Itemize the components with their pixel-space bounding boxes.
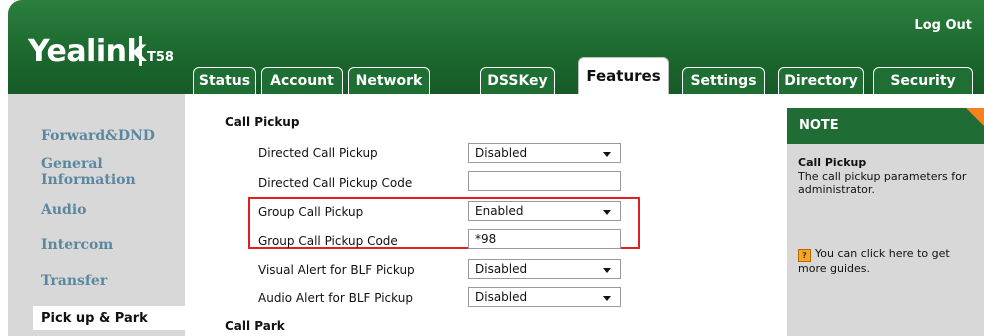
note-panel: NOTE Call Pickup The call pickup paramet… — [787, 108, 984, 336]
tab-status[interactable]: Status — [193, 67, 256, 94]
audio-alert-blf-pickup-select[interactable]: Disabled — [468, 287, 621, 307]
book-icon: ? — [798, 249, 811, 262]
logo-divider — [139, 36, 142, 66]
directed-call-pickup-code-input[interactable] — [468, 171, 621, 191]
sidebar-item-transfer[interactable]: Transfer — [8, 269, 185, 293]
sidebar-item-forward-dnd[interactable]: Forward&DND — [8, 124, 185, 148]
tab-account[interactable]: Account — [261, 67, 343, 94]
web-ui: Yealink T58 Log Out Status Account Netwo… — [0, 0, 984, 336]
sidebar-item-general-information[interactable]: General Information — [8, 156, 185, 188]
chevron-down-icon — [603, 210, 611, 215]
logout-link[interactable]: Log Out — [914, 18, 972, 33]
guide-link[interactable]: ? You can click here to get more guides. — [798, 247, 980, 275]
select-value: Disabled — [475, 146, 528, 160]
guide-link-text: You can click here to get more guides. — [798, 247, 950, 275]
field-label-group-call-pickup-code: Group Call Pickup Code — [258, 234, 398, 248]
tab-settings[interactable]: Settings — [682, 67, 765, 94]
tab-dsskey[interactable]: DSSKey — [480, 67, 555, 94]
field-label-group-call-pickup: Group Call Pickup — [258, 205, 364, 219]
sidebar-item-pickup-park[interactable]: Pick up & Park — [33, 306, 185, 330]
group-call-pickup-code-input[interactable]: *98 — [468, 229, 621, 249]
tab-directory[interactable]: Directory — [778, 67, 864, 94]
sidebar-item-audio[interactable]: Audio — [8, 198, 185, 222]
select-value: Enabled — [475, 204, 524, 218]
field-label-audio-alert-blf-pickup: Audio Alert for BLF Pickup — [258, 291, 413, 305]
chevron-down-icon — [603, 268, 611, 273]
section-title-call-pickup: Call Pickup — [225, 115, 300, 129]
sidebar-item-intercom[interactable]: Intercom — [8, 233, 185, 257]
directed-call-pickup-select[interactable]: Disabled — [468, 143, 621, 163]
brand-logo: Yealink — [28, 34, 146, 69]
model-label: T58 — [147, 50, 174, 65]
main-content: Call Pickup Directed Call Pickup Disable… — [185, 94, 785, 336]
note-title: NOTE — [799, 118, 839, 133]
chevron-down-icon — [603, 152, 611, 157]
field-label-visual-alert-blf-pickup: Visual Alert for BLF Pickup — [258, 263, 415, 277]
header: Yealink T58 Log Out Status Account Netwo… — [8, 0, 984, 94]
section-title-call-park: Call Park — [225, 319, 285, 333]
tab-features[interactable]: Features — [578, 57, 669, 94]
visual-alert-blf-pickup-select[interactable]: Disabled — [468, 259, 621, 279]
group-call-pickup-select[interactable]: Enabled — [468, 201, 621, 221]
note-header: NOTE — [787, 108, 984, 144]
tab-network[interactable]: Network — [348, 67, 430, 94]
tab-security[interactable]: Security — [873, 67, 973, 94]
field-label-directed-call-pickup: Directed Call Pickup — [258, 146, 378, 160]
corner-flag-icon — [966, 108, 984, 126]
select-value: Disabled — [475, 262, 528, 276]
note-heading: Call Pickup — [798, 156, 867, 169]
chevron-down-icon — [603, 296, 611, 301]
note-description: The call pickup parameters for administr… — [798, 170, 967, 196]
sidebar: Forward&DND General Information Audio In… — [8, 94, 185, 336]
field-label-directed-call-pickup-code: Directed Call Pickup Code — [258, 176, 413, 190]
select-value: Disabled — [475, 290, 528, 304]
